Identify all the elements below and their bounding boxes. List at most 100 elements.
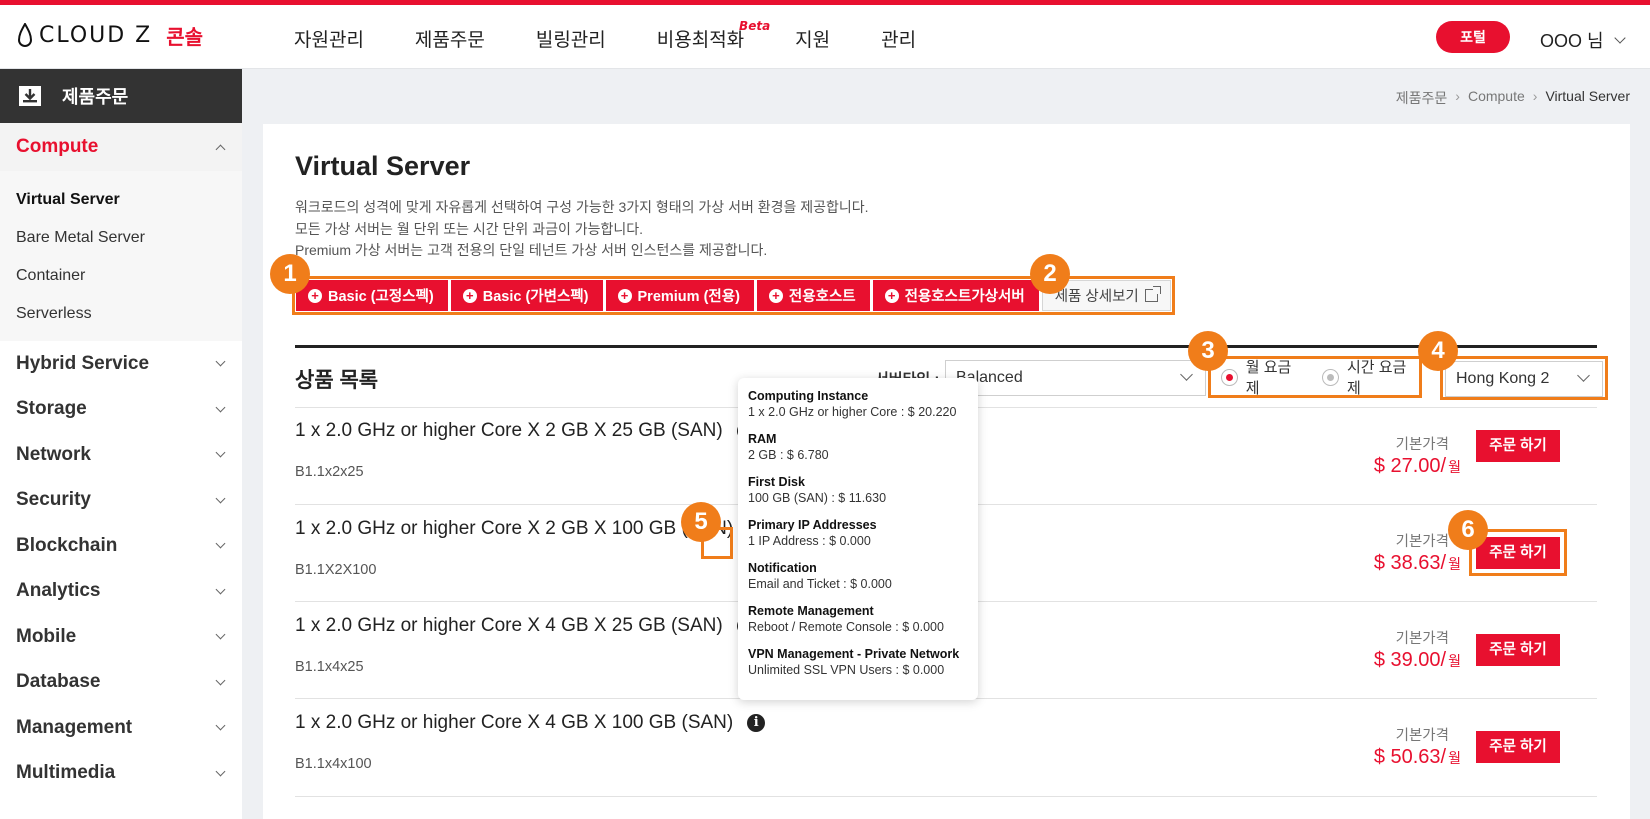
sidebar-item-bare-metal-server[interactable]: Bare Metal Server xyxy=(16,219,242,257)
product-name-text: 1 x 2.0 GHz or higher Core X 2 GB X 100 … xyxy=(295,518,734,539)
nav-admin[interactable]: 관리 xyxy=(881,25,916,52)
chevron-down-icon xyxy=(215,584,226,595)
tooltip-section: Remote Management Reboot / Remote Console… xyxy=(748,603,968,635)
nav-support[interactable]: 지원 xyxy=(795,25,830,52)
type-premium-button[interactable]: + Premium (전용) xyxy=(605,280,754,311)
chevron-down-icon xyxy=(215,538,226,549)
sidebar-item-container[interactable]: Container xyxy=(16,257,242,295)
type-dedicated-host-button[interactable]: + 전용호스트 xyxy=(756,280,870,311)
sidebar-item-blockchain[interactable]: Blockchain xyxy=(0,523,242,569)
price-unit: 월 xyxy=(1448,653,1461,669)
product-name: 1 x 2.0 GHz or higher Core X 4 GB X 25 G… xyxy=(295,601,755,651)
nav-billing[interactable]: 빌링관리 xyxy=(536,25,606,52)
sidebar-item-storage[interactable]: Storage xyxy=(0,387,242,433)
order-button[interactable]: 주문 하기 xyxy=(1476,731,1560,763)
plus-circle-icon: + xyxy=(462,288,477,303)
portal-button[interactable]: 포털 xyxy=(1436,21,1510,53)
nav-resource[interactable]: 자원관리 xyxy=(294,25,364,52)
region-select[interactable]: Hong Kong 2 xyxy=(1445,361,1603,397)
sidebar-item-management[interactable]: Management xyxy=(0,705,242,751)
breadcrumb: 제품주문 › Compute › Virtual Server xyxy=(1396,88,1630,108)
tooltip-value: Reboot / Remote Console : $ 0.000 xyxy=(748,620,944,634)
chevron-down-icon xyxy=(1577,369,1590,382)
price-value: $ 50.63/ xyxy=(1373,746,1447,768)
sidebar-item-label: Storage xyxy=(16,398,87,420)
description-line: Premium 가상 서버는 고객 전용의 단일 테넌트 가상 서버 인스턴스를… xyxy=(295,242,768,258)
radio-dot xyxy=(1221,368,1238,386)
radio-label: 시간 요금제 xyxy=(1346,359,1407,397)
sidebar-item-hybrid-service[interactable]: Hybrid Service xyxy=(0,341,242,387)
type-button-label: Basic (고정스펙) xyxy=(328,289,434,305)
hourly-billing-radio[interactable]: 시간 요금제 xyxy=(1322,356,1419,398)
product-list-title: 상품 목록 xyxy=(295,369,379,392)
tooltip-section: Computing Instance 1 x 2.0 GHz or higher … xyxy=(748,388,968,420)
logo[interactable]: CLOUD Z 콘솔 xyxy=(17,21,203,50)
sidebar-item-database[interactable]: Database xyxy=(0,660,242,706)
breadcrumb-item[interactable]: Compute xyxy=(1468,88,1525,108)
type-button-label: 전용호스트 xyxy=(788,289,856,305)
sidebar-item-mobile[interactable]: Mobile xyxy=(0,614,242,660)
base-price-label: 기본가격 xyxy=(1395,534,1449,550)
user-menu[interactable]: OOO 님 xyxy=(1540,27,1626,53)
chevron-right-icon: › xyxy=(1455,88,1460,104)
tooltip-title: First Disk xyxy=(748,475,805,489)
server-type-select[interactable]: Balanced xyxy=(945,360,1206,396)
type-basic-fixed-button[interactable]: + Basic (고정스펙) xyxy=(296,280,448,311)
sidebar-item-serverless[interactable]: Serverless xyxy=(16,295,242,333)
product-code: B1.1x4x100 xyxy=(295,756,372,772)
sidebar-header: 제품주문 xyxy=(0,69,242,123)
sidebar-title: 제품주문 xyxy=(62,87,129,107)
radio-dot xyxy=(1322,368,1339,386)
product-code: B1.1x4x25 xyxy=(295,659,364,675)
product-price: $ 39.00/월 xyxy=(1374,649,1461,672)
price-unit: 월 xyxy=(1448,556,1461,572)
user-name: OOO 님 xyxy=(1540,31,1604,51)
sidebar-item-multimedia[interactable]: Multimedia xyxy=(0,751,242,797)
description-line: 워크로드의 성격에 맞게 자유롭게 선택하여 구성 가능한 3가지 형태의 가상… xyxy=(295,199,869,215)
chevron-down-icon xyxy=(1613,32,1626,44)
chevron-down-icon xyxy=(215,675,226,686)
tooltip-value: 2 GB : $ 6.780 xyxy=(748,448,829,462)
billing-type-radio-group: 월 요금제 시간 요금제 xyxy=(1208,356,1422,398)
breadcrumb-current: Virtual Server xyxy=(1545,88,1630,104)
price-value: $ 39.00/ xyxy=(1373,649,1447,671)
tooltip-value: 1 IP Address : $ 0.000 xyxy=(748,534,871,548)
price-value: $ 38.63/ xyxy=(1373,552,1447,574)
chevron-down-icon xyxy=(215,356,226,367)
product-detail-label: 제품 상세보기 xyxy=(1054,289,1139,305)
info-icon[interactable]: i xyxy=(747,714,766,732)
type-dedicated-host-vs-button[interactable]: + 전용호스트가상서버 xyxy=(872,280,1039,311)
breadcrumb-item[interactable]: 제품주문 xyxy=(1396,88,1448,108)
base-price-label: 기본가격 xyxy=(1395,437,1449,453)
order-button[interactable]: 주문 하기 xyxy=(1476,430,1560,462)
tooltip-title: RAM xyxy=(748,432,777,446)
tooltip-title: VPN Management - Private Network xyxy=(748,647,960,661)
product-code: B1.1x2x25 xyxy=(295,464,364,480)
tooltip-value: 100 GB (SAN) : $ 11.630 xyxy=(748,491,887,505)
page-description: 워크로드의 성격에 맞게 자유롭게 선택하여 구성 가능한 3가지 형태의 가상… xyxy=(295,197,869,262)
sidebar-item-compute[interactable]: Compute xyxy=(0,123,242,171)
plus-circle-icon: + xyxy=(768,288,783,303)
product-price: $ 50.63/월 xyxy=(1374,746,1461,769)
monthly-billing-radio[interactable]: 월 요금제 xyxy=(1221,356,1304,398)
plus-circle-icon: + xyxy=(884,288,899,303)
row-divider xyxy=(295,796,1597,797)
nav-order[interactable]: 제품주문 xyxy=(415,25,485,52)
tooltip-section: Primary IP Addresses 1 IP Address : $ 0.0… xyxy=(748,517,968,549)
sidebar-item-security[interactable]: Security xyxy=(0,478,242,524)
type-basic-variable-button[interactable]: + Basic (가변스펙) xyxy=(450,280,603,311)
sidebar-item-virtual-server[interactable]: Virtual Server xyxy=(16,181,242,219)
product-code: B1.1X2X100 xyxy=(295,562,377,578)
product-name-text: 1 x 2.0 GHz or higher Core X 4 GB X 100 … xyxy=(295,712,734,733)
brand-name: CLOUD Z xyxy=(39,23,153,48)
nav-cost-optimization[interactable]: 비용최적화 Beta xyxy=(657,19,770,52)
sidebar-item-label: Hybrid Service xyxy=(16,352,150,374)
sidebar-item-analytics[interactable]: Analytics xyxy=(0,569,242,615)
tooltip-title: Primary IP Addresses xyxy=(748,518,877,532)
compute-submenu: Virtual Server Bare Metal Server Contain… xyxy=(0,171,242,341)
sidebar-item-network[interactable]: Network xyxy=(0,432,242,478)
tooltip-section: RAM 2 GB : $ 6.780 xyxy=(748,431,968,463)
tooltip-value: Unlimited SSL VPN Users : $ 0.000 xyxy=(748,663,945,677)
order-button[interactable]: 주문 하기 xyxy=(1476,634,1560,666)
annotation-badge-2: 2 xyxy=(1030,254,1070,294)
